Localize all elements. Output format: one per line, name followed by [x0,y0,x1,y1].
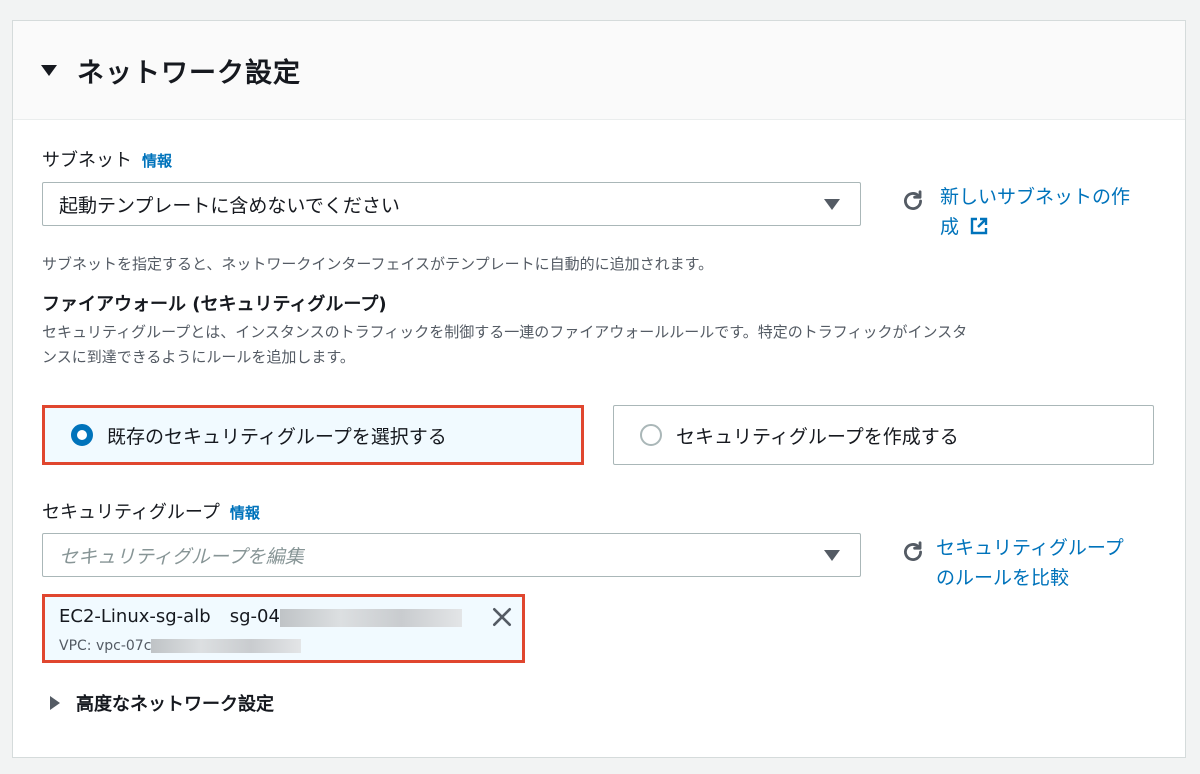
caret-down-icon[interactable] [41,64,57,76]
advanced-network-settings-label: 高度なネットワーク設定 [76,694,274,715]
security-group-select[interactable]: セキュリティグループを編集 [42,533,861,577]
security-group-label: セキュリティグループ [42,502,220,523]
subnet-description: サブネットを指定すると、ネットワークインターフェイスがテンプレートに自動的に追加… [42,255,714,273]
token-vpc-row: VPC: vpc-07c [59,635,302,654]
external-link-icon [970,217,988,235]
refresh-icon[interactable] [900,188,926,214]
firewall-heading: ファイアウォール (セキュリティグループ) [42,294,387,315]
subnet-label: サブネット [42,150,132,171]
subnet-label-row: サブネット 情報 [42,146,172,172]
section-header[interactable]: ネットワーク設定 [13,21,1185,120]
compare-rules-link[interactable]: セキュリティグループ のルールを比較 [936,533,1124,593]
dropdown-arrow-icon [824,550,840,561]
refresh-icon[interactable] [900,539,926,565]
redacted-block [279,608,462,627]
option-existing-security-group[interactable]: 既存のセキュリティグループを選択する [42,405,584,465]
new-subnet-row: 新しいサブネットの作 成 [900,182,1170,242]
section-title: ネットワーク設定 [77,57,301,89]
advanced-network-settings-toggle[interactable]: 高度なネットワーク設定 [50,690,274,716]
new-subnet-link[interactable]: 新しいサブネットの作 成 [940,182,1130,242]
security-group-info-link[interactable]: 情報 [230,504,260,522]
caret-right-icon [50,696,60,710]
close-icon[interactable] [491,606,513,628]
compare-rules-row: セキュリティグループ のルールを比較 [900,533,1170,593]
radio-checked-icon[interactable] [71,424,93,446]
selected-security-group-token: EC2-Linux-sg-alb sg-04 VPC: vpc-07c [42,594,525,663]
subnet-info-link[interactable]: 情報 [142,152,172,170]
token-title-row: EC2-Linux-sg-alb sg-04 [59,606,462,627]
security-group-placeholder: セキュリティグループを編集 [59,545,304,568]
security-group-label-row: セキュリティグループ 情報 [42,498,260,524]
option-create-label: セキュリティグループを作成する [676,425,959,448]
redacted-block [151,638,302,653]
security-group-id: sg-04 [229,606,280,627]
option-create-security-group[interactable]: セキュリティグループを作成する [613,405,1154,465]
subnet-select[interactable]: 起動テンプレートに含めないでください [42,182,861,226]
firewall-description: セキュリティグループとは、インスタンスのトラフィックを制御する一連のファイアウォ… [42,323,968,366]
vpc-id: VPC: vpc-07c [59,638,152,654]
security-group-name: EC2-Linux-sg-alb [59,606,211,627]
radio-unchecked-icon[interactable] [640,424,662,446]
subnet-selected-value: 起動テンプレートに含めないでください [59,194,400,217]
option-existing-label: 既存のセキュリティグループを選択する [107,425,447,448]
dropdown-arrow-icon [824,199,840,210]
